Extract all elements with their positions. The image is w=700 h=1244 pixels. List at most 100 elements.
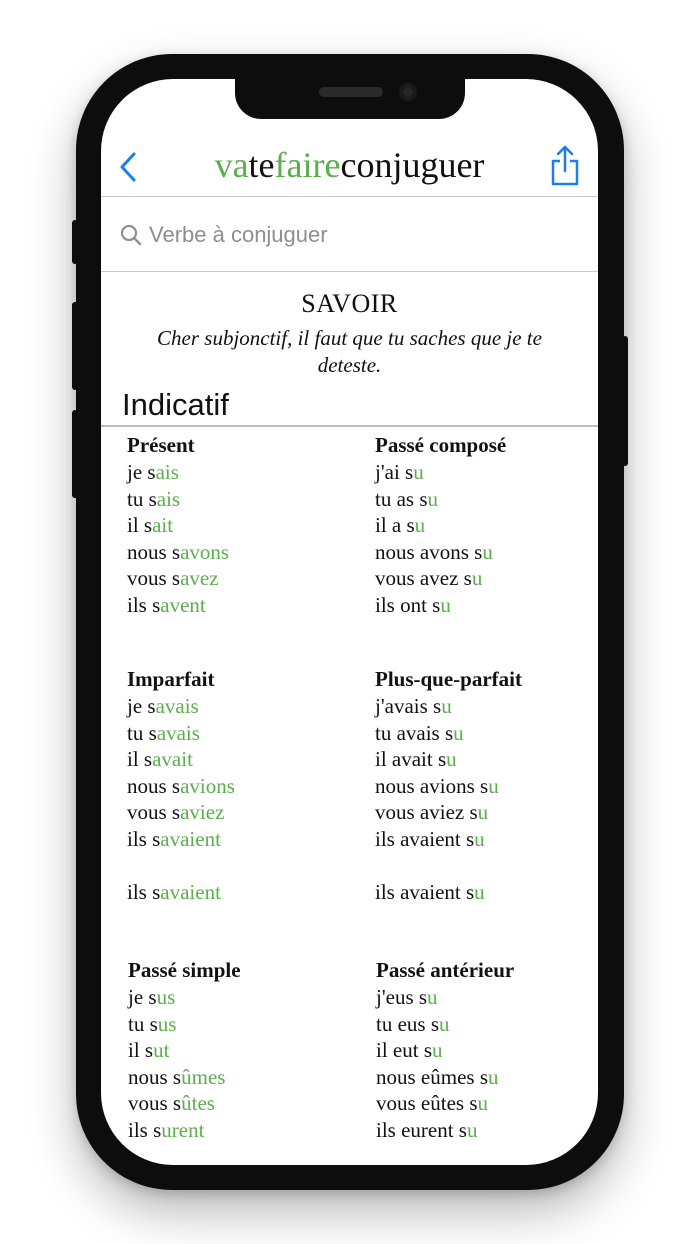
conjugation-row: ils avaient su [375, 879, 522, 906]
conjugation-stem: je s [128, 985, 157, 1009]
conjugation-stem: ils ont s [375, 592, 441, 617]
conjugation-row: nous savons [127, 539, 229, 566]
conjugation-ending: avais [155, 694, 199, 718]
tense-block: Passé simple je sus tu sus il sut nous sûmes… [128, 957, 241, 1144]
conjugation-row: tu sus [128, 1011, 241, 1038]
conjugation-ending: avaient [160, 880, 221, 905]
conjugation-stem: tu as s [375, 486, 428, 511]
conjugation-stem: il a s [375, 513, 415, 538]
conjugation-ending: avons [180, 539, 230, 564]
conjugation-ending: u [453, 720, 464, 745]
conjugation-stem: tu avais s [375, 720, 454, 745]
conjugation-stem: nous s [128, 1064, 182, 1089]
phone-power-button [622, 336, 628, 466]
conjugation-ending: u [482, 539, 493, 564]
conjugation-stem: ils s [127, 826, 161, 851]
conjugation-stem: nous avions s [375, 773, 489, 798]
conjugation-ending: u [427, 486, 439, 511]
conjugation-row: ils savaient [127, 879, 235, 906]
conjugation-ending: avait [152, 747, 193, 772]
conjugation-ending: u [446, 747, 457, 772]
conjugation-ending: urent [161, 1117, 205, 1142]
phone-volume-down [72, 410, 78, 498]
conjugation-ending: avez [180, 566, 219, 591]
conjugation-row: ils surent [128, 1117, 241, 1144]
tense-block: Passé composé j'ai su tu as su il a su nous … [375, 432, 506, 619]
conjugation-stem: vous s [127, 800, 181, 825]
tense-title: Passé antérieur [376, 958, 515, 982]
conjugation-stem: nous avons s [375, 539, 483, 564]
tense-title: Passé composé [375, 433, 507, 457]
search-icon [120, 224, 142, 246]
conjugation-stem: vous aviez s [375, 800, 478, 825]
conjugation-ending: u [488, 773, 499, 798]
conjugation-ending: u [439, 1011, 450, 1036]
conjugation-row: ils savent [127, 592, 229, 619]
tense-title: Plus-que-parfait [375, 667, 522, 691]
conjugation-row: tu sais [127, 486, 229, 513]
search-input[interactable] [149, 217, 569, 253]
conjugation-ending: u [488, 1064, 499, 1089]
conjugation-stem: je s [127, 460, 156, 484]
tense-block: Plus-que-parfait j'avais su tu avais su il … [375, 666, 522, 906]
tense-title: Imparfait [127, 667, 215, 691]
conjugation-row: je sus [128, 984, 241, 1011]
conjugation-ending: u [427, 985, 438, 1009]
share-icon [551, 145, 579, 186]
app-title-part: va [214, 145, 249, 185]
conjugation-ending: avions [180, 773, 235, 798]
conjugation-stem: ils eurent s [376, 1117, 467, 1142]
conjugation-stem: il avait s [375, 747, 447, 772]
conjugation-row: ils avaient su [375, 826, 522, 853]
conjugation-ending: u [474, 880, 485, 905]
conjugation-row: je savais [127, 693, 235, 720]
conjugation-row: je sais [127, 459, 229, 486]
conjugation-row: vous avez su [375, 565, 506, 592]
conjugation-ending: avais [156, 720, 200, 745]
conjugation-row: vous eûtes su [376, 1090, 514, 1117]
conjugation-stem: vous avez s [375, 566, 472, 591]
conjugation-stem: ils s [128, 1117, 162, 1142]
conjugation-ending: u [466, 1117, 478, 1142]
conjugation-ending: u [477, 800, 489, 825]
conjugation-ending: ait [152, 513, 174, 538]
conjugation-stem: j'avais s [375, 694, 442, 718]
front-camera [399, 83, 417, 101]
conjugation-row: il sut [128, 1037, 241, 1064]
tense-title: Présent [127, 433, 195, 457]
share-button[interactable] [549, 143, 581, 187]
conjugation-stem: vous s [128, 1091, 182, 1116]
conjugation-ending: us [156, 985, 176, 1009]
conjugation-row: il a su [375, 512, 506, 539]
conjugation-row: j'eus su [376, 984, 514, 1011]
conjugation-stem: nous eûmes s [376, 1064, 488, 1089]
conjugation-ending: u [441, 694, 452, 718]
conjugation-ending: avaient [160, 826, 221, 851]
conjugation-row: ils eurent su [376, 1117, 514, 1144]
verb-title: SAVOIR [301, 289, 398, 318]
conjugation-stem: ils s [127, 880, 161, 905]
conjugation-ending: ais [155, 460, 179, 484]
conjugation-ending: u [477, 1091, 489, 1116]
conjugation-stem: tu eus s [376, 1011, 439, 1036]
notch [235, 79, 465, 119]
conjugation-stem: tu s [128, 1011, 158, 1036]
conjugation-ending: ais [156, 486, 181, 511]
conjugation-stem: j'ai s [375, 460, 414, 484]
app-title: vatefaireconjuguer [101, 145, 598, 185]
conjugation-row: nous avons su [375, 539, 506, 566]
conjugation-stem: ils avaient s [375, 826, 475, 851]
conjugation-row: ils ont su [375, 592, 506, 619]
conjugation-row: nous savions [127, 773, 235, 800]
conjugation-stem: vous s [127, 566, 181, 591]
app-title-part: te [248, 145, 275, 185]
conjugation-stem: il s [127, 747, 153, 772]
conjugation-row: tu eus su [376, 1011, 514, 1038]
conjugation-ending: u [413, 460, 424, 484]
conjugation-ending: aviez [180, 800, 225, 825]
conjugation-stem: il s [128, 1038, 154, 1063]
conjugation-row: vous saviez [127, 799, 235, 826]
conjugation-row: j'ai su [375, 459, 506, 486]
conjugation-stem: il s [127, 513, 153, 538]
tense-block: Passé antérieur j'eus su tu eus su il eut s… [376, 957, 514, 1144]
